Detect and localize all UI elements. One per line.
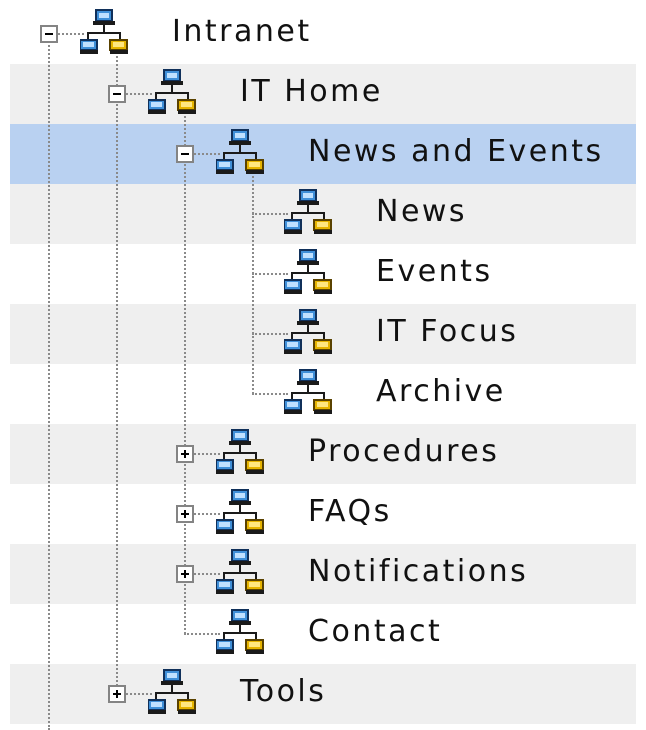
- network-icon: [216, 129, 264, 174]
- minus-icon: [45, 33, 53, 35]
- tree-node-label-it-focus[interactable]: IT Focus: [376, 312, 518, 352]
- tree-node-label-contact[interactable]: Contact: [308, 612, 442, 652]
- tree-node-label-tools[interactable]: Tools: [240, 672, 326, 712]
- collapse-news-and-events-toggle[interactable]: [176, 145, 194, 163]
- expand-procedures-toggle[interactable]: [176, 445, 194, 463]
- tree-node-label-it-home[interactable]: IT Home: [240, 72, 383, 112]
- tree-node-label-intranet[interactable]: Intranet: [172, 12, 312, 52]
- network-icon: [216, 489, 264, 534]
- network-icon: [284, 189, 332, 234]
- tree-node-label-faqs[interactable]: FAQs: [308, 492, 392, 532]
- minus-icon: [181, 153, 189, 155]
- expand-tools-toggle[interactable]: [108, 685, 126, 703]
- network-icon: [284, 249, 332, 294]
- tree-node-label-notifications[interactable]: Notifications: [308, 552, 528, 592]
- network-icon: [216, 429, 264, 474]
- network-icon: [148, 669, 196, 714]
- plus-icon: [116, 690, 118, 698]
- tree-node-label-archive[interactable]: Archive: [376, 372, 506, 412]
- plus-icon: [184, 570, 186, 578]
- network-icon: [148, 69, 196, 114]
- collapse-it-home-toggle[interactable]: [108, 85, 126, 103]
- tree-node-label-news-and-events[interactable]: News and Events: [308, 132, 604, 172]
- network-icon: [216, 549, 264, 594]
- tree-node-label-events[interactable]: Events: [376, 252, 493, 292]
- plus-icon: [184, 510, 186, 518]
- minus-icon: [113, 93, 121, 95]
- intranet-tree: Intranet IT Home News and Events News Events…: [0, 0, 646, 730]
- network-icon: [80, 9, 128, 54]
- network-icon: [284, 309, 332, 354]
- network-icon: [216, 609, 264, 654]
- tree-node-label-procedures[interactable]: Procedures: [308, 432, 499, 472]
- expand-faqs-toggle[interactable]: [176, 505, 194, 523]
- network-icon: [284, 369, 332, 414]
- tree-node-label-news[interactable]: News: [376, 192, 467, 232]
- expand-notifications-toggle[interactable]: [176, 565, 194, 583]
- collapse-intranet-toggle[interactable]: [40, 25, 58, 43]
- plus-icon: [184, 450, 186, 458]
